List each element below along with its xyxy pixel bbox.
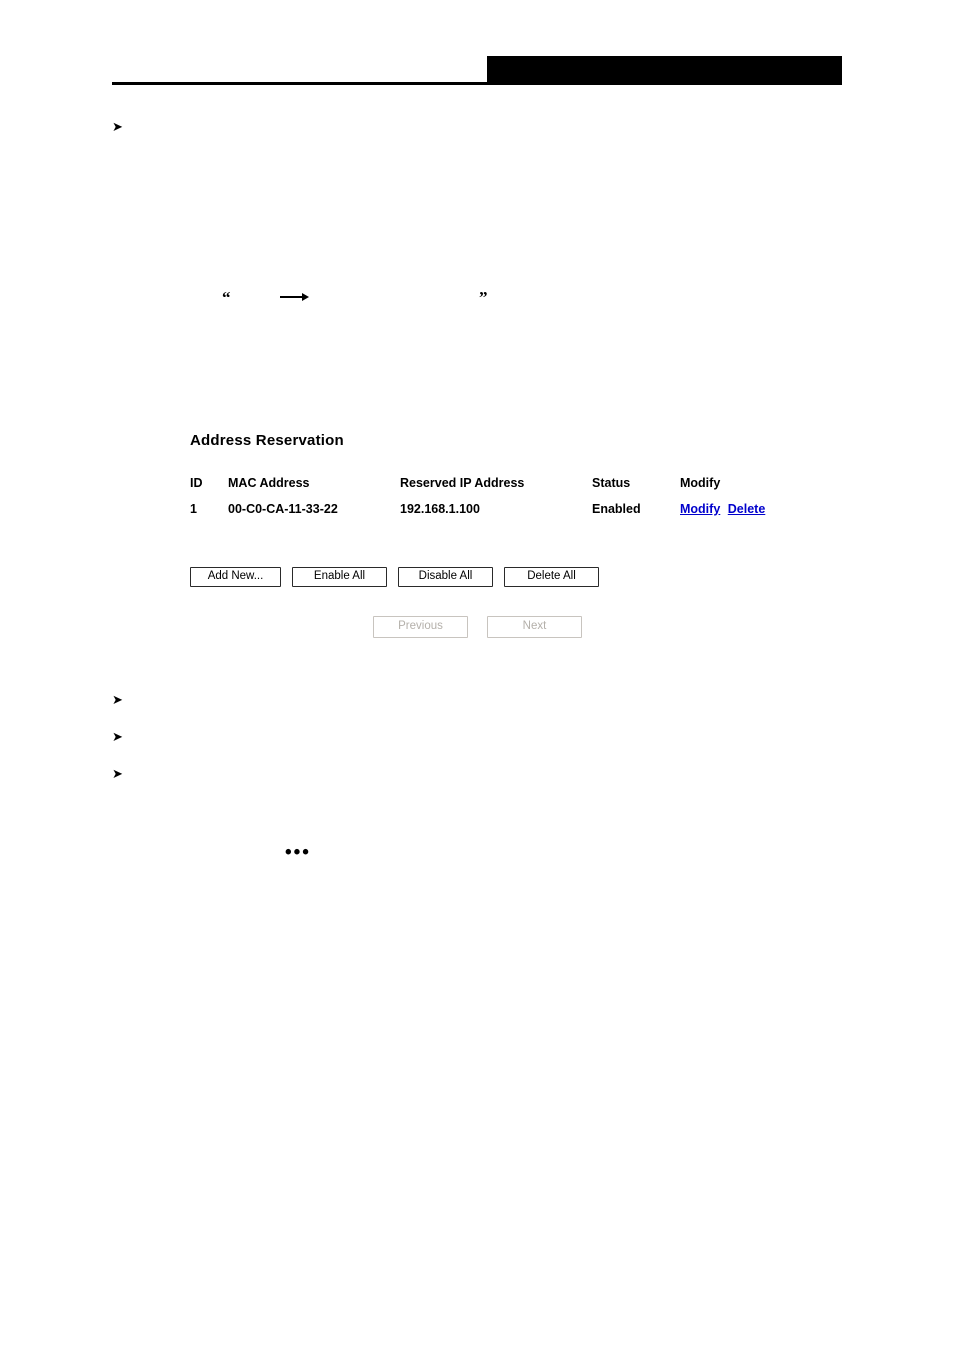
modify-link[interactable]: Modify bbox=[680, 502, 720, 516]
arrow-right-icon bbox=[280, 292, 310, 302]
delete-all-button[interactable]: Delete All bbox=[504, 567, 599, 588]
column-header-status: Status bbox=[592, 476, 631, 490]
column-header-mac: MAC Address bbox=[228, 476, 310, 490]
bullet-marker-4: ➤ bbox=[112, 767, 123, 782]
next-button[interactable]: Next bbox=[487, 616, 582, 639]
table-header-row: ID MAC Address Reserved IP Address Statu… bbox=[190, 476, 770, 502]
bullet-marker-3: ➤ bbox=[112, 730, 123, 745]
action-button-row: Add New... Enable All Disable All Delete… bbox=[190, 567, 599, 588]
bullet-marker-1: ➤ bbox=[112, 120, 123, 135]
delete-link[interactable]: Delete bbox=[728, 502, 766, 516]
column-header-id: ID bbox=[190, 476, 203, 490]
table-row: 1 00-C0-CA-11-33-22 192.168.1.100 Enable… bbox=[190, 502, 770, 516]
ellipsis-mark: ••• bbox=[285, 842, 311, 863]
reservation-table: ID MAC Address Reserved IP Address Statu… bbox=[190, 476, 770, 516]
column-header-modify: Modify bbox=[680, 476, 721, 490]
cell-mac: 00-C0-CA-11-33-22 bbox=[228, 502, 338, 516]
panel-title: Address Reservation bbox=[190, 432, 344, 449]
cell-ip: 192.168.1.100 bbox=[400, 502, 480, 516]
pagination-button-row: Previous Next bbox=[373, 616, 582, 639]
cell-modify: Modify Delete bbox=[680, 502, 770, 516]
cell-status: Enabled bbox=[592, 502, 641, 516]
column-header-ip: Reserved IP Address bbox=[400, 476, 525, 490]
header-title-block bbox=[487, 56, 842, 85]
disable-all-button[interactable]: Disable All bbox=[398, 567, 493, 588]
cell-id: 1 bbox=[190, 502, 197, 516]
reservation-table-wrap: ID MAC Address Reserved IP Address Statu… bbox=[190, 476, 790, 516]
enable-all-button[interactable]: Enable All bbox=[292, 567, 387, 588]
quote-close-mark: ” bbox=[479, 288, 488, 307]
add-new-button[interactable]: Add New... bbox=[190, 567, 281, 588]
quote-open-mark: “ bbox=[222, 288, 231, 307]
bullet-marker-2: ➤ bbox=[112, 693, 123, 708]
previous-button[interactable]: Previous bbox=[373, 616, 468, 639]
address-reservation-panel: Address Reservation ID MAC Address Reser… bbox=[190, 432, 790, 639]
